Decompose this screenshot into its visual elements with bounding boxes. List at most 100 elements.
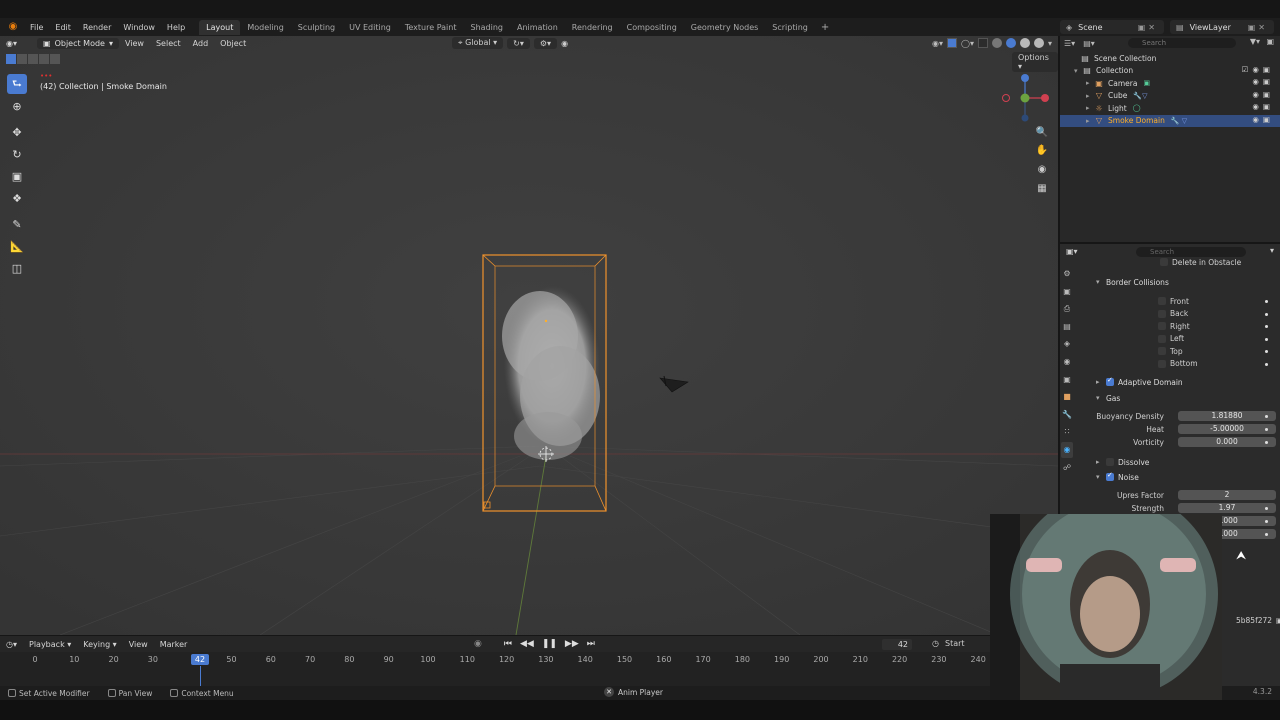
material-shading-icon[interactable]: [1019, 38, 1030, 48]
tab-sculpting[interactable]: Sculpting: [291, 20, 342, 35]
particles-tab-icon[interactable]: ∷: [1061, 424, 1073, 440]
render-tab-icon[interactable]: ▣: [1061, 284, 1073, 300]
visibility-toggles-icon[interactable]: ◉▣: [1252, 115, 1274, 124]
keyframe-dot-icon[interactable]: [1265, 415, 1268, 418]
visibility-toggles-icon[interactable]: ☑◉▣: [1242, 65, 1274, 74]
dissolve-checkbox[interactable]: [1106, 458, 1114, 466]
border-front-checkbox[interactable]: [1158, 297, 1166, 305]
tab-scripting[interactable]: Scripting: [765, 20, 815, 35]
menu-help[interactable]: Help: [161, 23, 191, 32]
add-workspace-button[interactable]: +: [815, 22, 835, 33]
border-bottom-row[interactable]: Bottom: [1158, 358, 1278, 370]
object-mode-dropdown[interactable]: ▣ Object Mode ▾: [37, 37, 119, 49]
tab-compositing[interactable]: Compositing: [620, 20, 684, 35]
outliner-editor-type-icon[interactable]: ☰▾: [1064, 39, 1075, 48]
perspective-grid-icon[interactable]: ▦: [1034, 180, 1050, 196]
scene-tab-icon[interactable]: ◈: [1061, 336, 1073, 352]
upres-factor-field[interactable]: 2: [1178, 490, 1276, 500]
pin-icon[interactable]: ▾: [1270, 246, 1274, 255]
border-front-row[interactable]: Front: [1158, 295, 1278, 307]
keyframe-dot-icon[interactable]: [1265, 325, 1268, 328]
delete-in-obstacle-checkbox[interactable]: [1160, 258, 1168, 266]
rotate-tool-icon[interactable]: ↻: [7, 144, 27, 164]
chevron-right-icon[interactable]: ▸: [1086, 117, 1094, 125]
properties-editor-type-icon[interactable]: ▣▾: [1066, 247, 1078, 256]
menu-window[interactable]: Window: [117, 23, 161, 32]
view-layer-tab-icon[interactable]: ▤: [1061, 319, 1073, 335]
proportional-edit-icon[interactable]: ◉: [561, 39, 568, 48]
keyframe-dot-icon[interactable]: [1265, 362, 1268, 366]
tab-rendering[interactable]: Rendering: [565, 20, 620, 35]
border-top-row[interactable]: Top: [1158, 345, 1278, 357]
world-tab-icon[interactable]: ◉: [1061, 354, 1073, 370]
playhead-frame-indicator[interactable]: 42: [191, 654, 209, 665]
gizmo-toggle-icon[interactable]: [947, 38, 958, 48]
cursor-tool-icon[interactable]: ⊕: [7, 96, 27, 116]
solid-shading-icon[interactable]: [1005, 38, 1016, 48]
xray-toggle-icon[interactable]: [977, 38, 988, 48]
menu-playback[interactable]: Playback ▾: [23, 640, 77, 649]
border-top-checkbox[interactable]: [1158, 347, 1166, 355]
move-tool-icon[interactable]: ✥: [7, 122, 27, 142]
tab-texture-paint[interactable]: Texture Paint: [398, 20, 464, 35]
select-new-icon[interactable]: [6, 54, 16, 64]
output-tab-icon[interactable]: ⎙: [1061, 301, 1073, 317]
object-tab-icon[interactable]: ■: [1061, 389, 1073, 405]
visibility-toggles-icon[interactable]: ◉▣: [1252, 102, 1274, 111]
scene-selector[interactable]: ◈ Scene ▣✕: [1060, 20, 1164, 34]
physics-tab-icon[interactable]: ◉: [1061, 441, 1073, 458]
outliner-panel[interactable]: ☰▾ ▤▾ Search ▼▾ ▣ ▤ Scene Collection ▾ ▤…: [1060, 36, 1280, 242]
border-back-row[interactable]: Back: [1158, 308, 1278, 320]
camera-view-icon[interactable]: ◉: [1034, 161, 1050, 177]
add-cube-tool-icon[interactable]: ◫: [7, 258, 27, 278]
record-icon[interactable]: ◉: [474, 639, 482, 649]
menu-file[interactable]: File: [24, 23, 49, 32]
editor-type-icon[interactable]: ◉▾: [0, 39, 23, 48]
timeline-editor-type-icon[interactable]: ◷▾: [0, 640, 23, 649]
menu-marker[interactable]: Marker: [154, 640, 194, 649]
outliner-item-camera[interactable]: ▸ ▣ Camera ▣ ◉▣: [1060, 77, 1280, 90]
noise-checkbox[interactable]: [1106, 471, 1114, 481]
3d-viewport[interactable]: ◉▾ ▣ Object Mode ▾ View Select Add Objec…: [0, 36, 1058, 635]
menu-keying[interactable]: Keying ▾: [77, 640, 122, 649]
measure-tool-icon[interactable]: 📐: [7, 236, 27, 256]
pivot-point-icon[interactable]: ↻▾: [507, 37, 530, 49]
overlay-icon[interactable]: ◯▾: [961, 39, 974, 48]
menu-render[interactable]: Render: [77, 23, 117, 32]
blender-logo-icon[interactable]: ◉: [6, 20, 20, 34]
chevron-right-icon[interactable]: ▸: [1086, 92, 1094, 100]
shading-options-icon[interactable]: ▾: [1048, 39, 1052, 48]
annotate-tool-icon[interactable]: ✎: [7, 214, 27, 234]
adaptive-domain-checkbox[interactable]: [1106, 376, 1114, 386]
options-dropdown[interactable]: Options ▾: [1012, 52, 1058, 72]
border-back-checkbox[interactable]: [1158, 309, 1166, 318]
chevron-right-icon[interactable]: ▸: [1086, 104, 1094, 112]
new-collection-icon[interactable]: ▣: [1266, 37, 1274, 46]
outliner-search-input[interactable]: Search: [1128, 38, 1236, 48]
tab-modeling[interactable]: Modeling: [240, 20, 290, 35]
pause-icon[interactable]: ❚❚: [542, 639, 557, 649]
vorticity-field[interactable]: 0.000: [1178, 437, 1276, 447]
tab-geometry-nodes[interactable]: Geometry Nodes: [684, 20, 765, 35]
select-extend-icon[interactable]: [17, 54, 27, 64]
current-frame-field[interactable]: 42: [882, 639, 912, 650]
modifier-tab-icon[interactable]: 🔧: [1061, 407, 1073, 423]
play-forward-icon[interactable]: ▶▶: [565, 639, 579, 649]
menu-object[interactable]: Object: [214, 39, 252, 48]
keyframe-dot-icon[interactable]: [1265, 507, 1268, 510]
tool-tab-icon[interactable]: ⚙: [1061, 266, 1073, 282]
menu-view[interactable]: View: [119, 39, 150, 48]
border-left-row[interactable]: Left: [1158, 333, 1278, 345]
jump-end-icon[interactable]: ⏭: [587, 639, 595, 649]
gas-header[interactable]: ▾ Gas: [1096, 392, 1280, 404]
clock-icon[interactable]: ◷: [932, 639, 939, 648]
outliner-item-cube[interactable]: ▸ ▽ Cube 🔧▽ ◉▣: [1060, 90, 1280, 103]
menu-timeline-view[interactable]: View: [123, 640, 154, 649]
keyframe-dot-icon[interactable]: [1265, 441, 1268, 444]
border-collisions-header[interactable]: ▾ Border Collisions: [1096, 276, 1280, 288]
close-icon[interactable]: ✕: [604, 687, 614, 697]
outliner-item-smoke-domain[interactable]: ▸ ▽ Smoke Domain 🔧 ▽ ◉▣: [1060, 114, 1280, 127]
keyframe-dot-icon[interactable]: [1265, 533, 1268, 536]
border-bottom-checkbox[interactable]: [1158, 359, 1166, 368]
tab-layout[interactable]: Layout: [199, 19, 241, 35]
